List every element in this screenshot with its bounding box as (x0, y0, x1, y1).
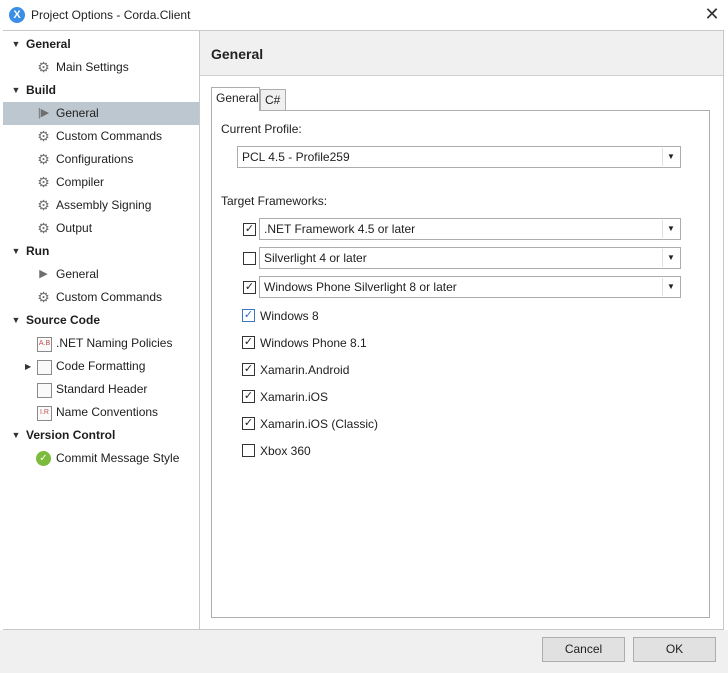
expand-arrow-icon[interactable]: ▼ (11, 240, 21, 263)
gear-icon: ⚙ (37, 197, 50, 213)
sidebar-item-assembly-signing[interactable]: ⚙ Assembly Signing (3, 194, 199, 217)
sidebar-item-compiler[interactable]: ⚙ Compiler (3, 171, 199, 194)
sidebar-item-output[interactable]: ⚙ Output (3, 217, 199, 240)
framework-checkbox-xamarin-android[interactable]: ✓ (242, 363, 255, 376)
sidebar-item-main-settings[interactable]: ⚙ Main Settings (3, 56, 199, 79)
framework-checkbox[interactable] (243, 252, 256, 265)
framework-checkbox-wp81[interactable]: ✓ (242, 336, 255, 349)
sidebar-item-label: Commit Message Style (56, 451, 180, 465)
sidebar-item-label: Custom Commands (56, 290, 163, 304)
dropdown-value: Silverlight 4 or later (264, 251, 367, 265)
category-label: Version Control (26, 428, 116, 442)
category-general[interactable]: ▼ General (3, 33, 199, 56)
framework-checkbox-xamarin-ios[interactable]: ✓ (242, 390, 255, 403)
framework-checkbox-label: Windows 8 (260, 309, 319, 323)
sidebar-item-name-conventions[interactable]: I.R Name Conventions (3, 401, 199, 424)
category-build[interactable]: ▼ Build (3, 79, 199, 102)
options-sidebar: ▼ General ⚙ Main Settings ▼ Build |▶ Gen… (3, 31, 200, 629)
dropdown-value: PCL 4.5 - Profile259 (242, 150, 350, 164)
framework-dropdown[interactable]: Silverlight 4 or later ▼ (259, 247, 681, 269)
framework-dropdown[interactable]: Windows Phone Silverlight 8 or later ▼ (259, 276, 681, 298)
expand-arrow-icon[interactable]: ▼ (11, 33, 21, 56)
sidebar-item-commit-message-style[interactable]: ✓ Commit Message Style (3, 447, 199, 470)
framework-checkbox-label: Xamarin.iOS (Classic) (260, 417, 379, 431)
gear-icon: ⚙ (37, 128, 50, 144)
category-label: General (26, 37, 71, 51)
document-icon (37, 383, 52, 398)
expand-arrow-icon[interactable]: ▼ (11, 424, 21, 447)
gear-icon: ⚙ (37, 151, 50, 167)
framework-checkbox-label: Xamarin.Android (260, 363, 350, 377)
expand-arrow-icon[interactable]: ▼ (11, 309, 21, 332)
dropdown-value: Windows Phone Silverlight 8 or later (264, 280, 457, 294)
framework-checkbox-xbox360[interactable] (242, 444, 255, 457)
gear-icon: ⚙ (37, 289, 50, 305)
category-label: Build (26, 83, 56, 97)
framework-checkbox-label: Windows Phone 8.1 (260, 336, 367, 350)
check-circle-icon: ✓ (36, 451, 51, 466)
current-profile-label: Current Profile: (221, 122, 302, 136)
sidebar-item-label: Assembly Signing (56, 198, 152, 212)
sidebar-item-run-custom-commands[interactable]: ⚙ Custom Commands (3, 286, 199, 309)
chevron-down-icon[interactable]: ▼ (662, 249, 679, 267)
sidebar-item-label: Custom Commands (56, 129, 163, 143)
sidebar-item-standard-header[interactable]: Standard Header (3, 378, 199, 401)
sidebar-item-run-general[interactable]: ▶ General (3, 263, 199, 286)
framework-checkbox-xamarin-ios-classic[interactable]: ✓ (242, 417, 255, 430)
sidebar-item-build-custom-commands[interactable]: ⚙ Custom Commands (3, 125, 199, 148)
category-source-code[interactable]: ▼ Source Code (3, 309, 199, 332)
dropdown-value: .NET Framework 4.5 or later (264, 222, 416, 236)
framework-dropdown[interactable]: .NET Framework 4.5 or later ▼ (259, 218, 681, 240)
sidebar-item-label: .NET Naming Policies (56, 336, 173, 350)
xamarin-app-icon: X (9, 7, 25, 23)
category-label: Run (26, 244, 50, 258)
category-version-control[interactable]: ▼ Version Control (3, 424, 199, 447)
page-title: General (211, 46, 264, 62)
chevron-down-icon[interactable]: ▼ (662, 220, 679, 238)
window-title: Project Options - Corda.Client (31, 8, 191, 22)
sidebar-item-build-general[interactable]: |▶ General (3, 102, 199, 125)
naming-doc-icon: I.R (37, 406, 52, 421)
gear-icon: ⚙ (37, 220, 50, 236)
framework-checkbox-label: Xamarin.iOS (260, 390, 329, 404)
ok-button[interactable]: OK (633, 637, 716, 662)
play-icon: ▶ (39, 268, 48, 280)
target-frameworks-label: Target Frameworks: (221, 194, 328, 208)
category-run[interactable]: ▼ Run (3, 240, 199, 263)
sidebar-item-label: Compiler (56, 175, 105, 189)
sidebar-item-label: Name Conventions (56, 405, 159, 419)
gear-icon: ⚙ (37, 174, 50, 190)
section-header: General (200, 31, 723, 76)
chevron-down-icon[interactable]: ▼ (662, 278, 679, 296)
framework-checkbox[interactable]: ✓ (243, 281, 256, 294)
expand-arrow-icon[interactable]: ▼ (11, 79, 21, 102)
tab-csharp[interactable]: C# (260, 89, 286, 111)
collapsed-arrow-icon[interactable]: ▶ (25, 355, 31, 378)
framework-checkbox-label: Xbox 360 (260, 444, 311, 458)
category-label: Source Code (26, 313, 101, 327)
sidebar-item-label: Code Formatting (56, 359, 146, 373)
close-icon[interactable]: ✕ (700, 3, 724, 27)
play-icon: |▶ (37, 107, 50, 119)
tab-general[interactable]: General (211, 87, 260, 111)
framework-checkbox[interactable]: ✓ (243, 223, 256, 236)
sidebar-item-naming-policies[interactable]: A.B .NET Naming Policies (3, 332, 199, 355)
gear-icon: ⚙ (37, 59, 50, 75)
document-icon (37, 360, 52, 375)
chevron-down-icon[interactable]: ▼ (662, 148, 679, 166)
sidebar-item-code-formatting[interactable]: ▶ Code Formatting (3, 355, 199, 378)
title-bar: X Project Options - Corda.Client ✕ (0, 0, 728, 30)
cancel-button[interactable]: Cancel (542, 637, 625, 662)
sidebar-item-configurations[interactable]: ⚙ Configurations (3, 148, 199, 171)
naming-doc-icon: A.B (37, 337, 52, 352)
framework-checkbox-windows8[interactable]: ✓ (242, 309, 255, 322)
sidebar-item-label: General (56, 267, 99, 281)
sidebar-item-label: Configurations (56, 152, 134, 166)
sidebar-item-label: Standard Header (56, 382, 148, 396)
sidebar-item-label: Output (56, 221, 93, 235)
sidebar-item-label: General (56, 106, 99, 120)
current-profile-dropdown[interactable]: PCL 4.5 - Profile259 ▼ (237, 146, 681, 168)
sidebar-item-label: Main Settings (56, 60, 129, 74)
